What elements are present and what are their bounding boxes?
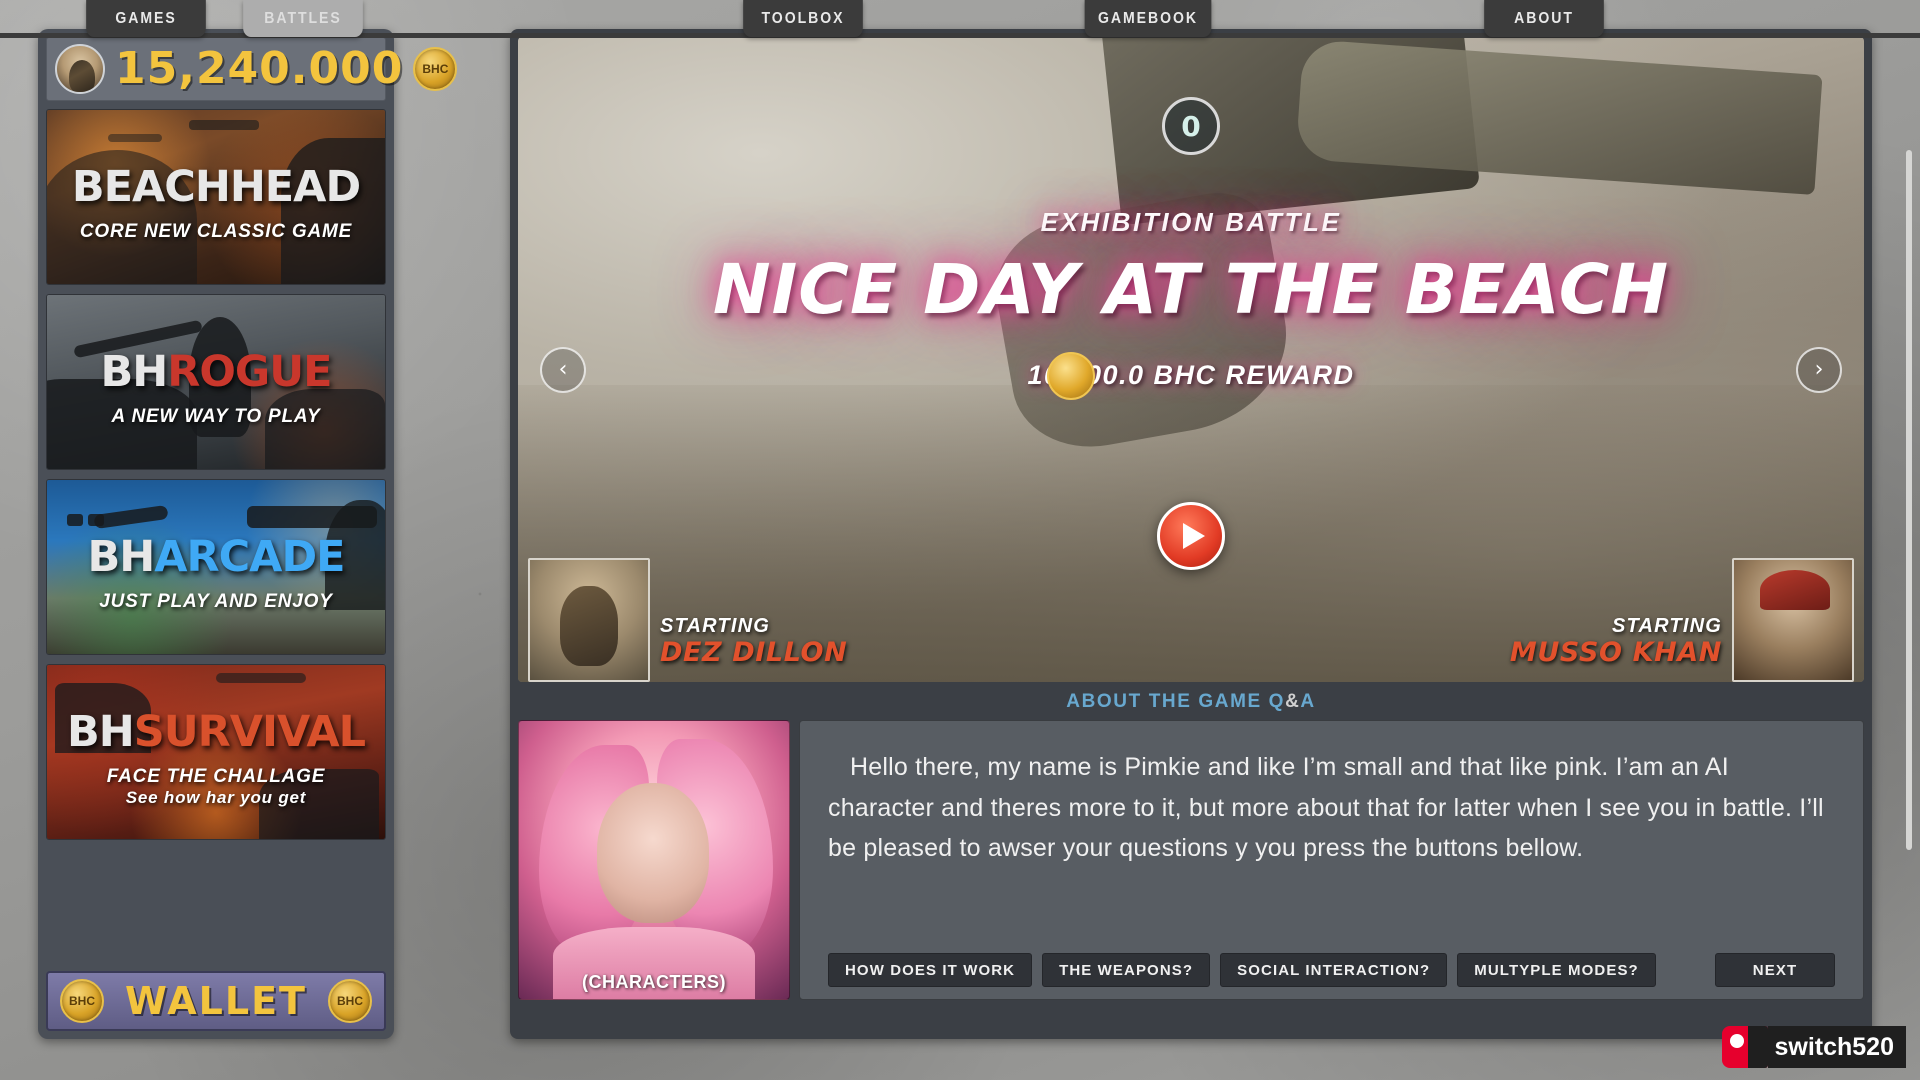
card-subtitle-bh-survival: FACE THE CHALLAGE See how har you get bbox=[107, 766, 325, 807]
qa-header-a: A bbox=[1300, 691, 1316, 712]
card-subtitle-beach-head: CORE NEW CLASSIC GAME bbox=[79, 220, 353, 242]
watermark-text: switch520 bbox=[1768, 1026, 1906, 1068]
fighter-right-starting-label: STARTING bbox=[1612, 615, 1722, 638]
game-card-bh-arcade[interactable]: BHARCADE JUST PLAY AND ENJOY bbox=[46, 479, 386, 655]
card-title-bh-arcade: BHARCADE bbox=[87, 531, 345, 582]
qa-button-how-does-it-work[interactable]: HOW DOES IT WORK bbox=[828, 953, 1033, 987]
tab-battles[interactable]: BATTLES bbox=[243, 0, 363, 37]
game-card-bh-survival[interactable]: BHSURVIVAL FACE THE CHALLAGE See how har… bbox=[46, 664, 386, 840]
carousel-prev-button[interactable]: ‹ bbox=[540, 346, 586, 393]
character-face bbox=[597, 783, 709, 923]
chevron-right-icon: › bbox=[1814, 357, 1824, 383]
character-card[interactable]: (CHARACTERS) bbox=[518, 720, 790, 1000]
chevron-left-icon: ‹ bbox=[558, 357, 568, 383]
wallet-balance-bar[interactable]: 15,240.000 BHC bbox=[46, 37, 458, 101]
page-scrollbar[interactable] bbox=[1906, 150, 1912, 850]
tab-games-label: GAMES bbox=[115, 9, 177, 27]
tab-about-label: ABOUT bbox=[1514, 9, 1574, 27]
game-card-list: BEACHHEAD CORE NEW CLASSIC GAME BHROGUE … bbox=[46, 109, 386, 840]
card-text-bh-survival: BHSURVIVAL FACE THE CHALLAGE See how har… bbox=[47, 665, 385, 839]
hero-kicker: EXHIBITION BATTLE bbox=[1040, 207, 1342, 237]
dialog-pane: Hello there, my name is Pimkie and like … bbox=[799, 720, 1864, 1000]
qa-button-the-weapons[interactable]: THE WEAPONS? bbox=[1042, 953, 1211, 987]
tab-games[interactable]: GAMES bbox=[86, 0, 206, 37]
qa-button-social-interaction[interactable]: SOCIAL INTERACTION? bbox=[1220, 953, 1448, 987]
fighter-right[interactable]: STARTING MUSSO KHAN bbox=[1510, 558, 1854, 682]
play-triangle-icon bbox=[1183, 523, 1205, 549]
game-card-bh-rogue[interactable]: BHROGUE A NEW WAY TO PLAY bbox=[46, 294, 386, 470]
qa-button-next[interactable]: NEXT bbox=[1715, 953, 1835, 987]
card-title-beach-head: BEACHHEAD bbox=[71, 161, 361, 212]
card-subtitle-line2: See how har you get bbox=[125, 787, 307, 807]
top-tab-bar: GAMES BATTLES TOOLBOX GAMEBOOK ABOUT bbox=[0, 0, 1920, 37]
tab-toolbox[interactable]: TOOLBOX bbox=[743, 0, 863, 37]
switch-joycon-icon bbox=[1722, 1026, 1769, 1068]
hero-center-content: 0 EXHIBITION BATTLE NICE DAY AT THE BEAC… bbox=[518, 97, 1864, 400]
card-text-bh-arcade: BHARCADE JUST PLAY AND ENJOY bbox=[47, 480, 385, 654]
round-badge: 0 bbox=[1162, 97, 1220, 155]
qa-button-multyple-modes[interactable]: MULTYPLE MODES? bbox=[1457, 953, 1656, 987]
fighter-left-name: DEZ DILLON bbox=[660, 637, 848, 669]
hero-title: NICE DAY AT THE BEACH bbox=[712, 250, 1670, 330]
main-panel: 0 EXHIBITION BATTLE NICE DAY AT THE BEAC… bbox=[510, 29, 1872, 1039]
game-card-beach-head[interactable]: BEACHHEAD CORE NEW CLASSIC GAME bbox=[46, 109, 386, 285]
wallet-coin-right-label: BHC bbox=[337, 994, 363, 1008]
fighter-left-starting-label: STARTING bbox=[660, 615, 770, 638]
fighter-right-names: STARTING MUSSO KHAN bbox=[1510, 615, 1722, 682]
sidebar-panel: 15,240.000 BHC BEACHHEAD CORE NEW CLASSI… bbox=[38, 29, 458, 1039]
card-subtitle-line1: FACE THE CHALLAGE bbox=[106, 765, 326, 787]
dialog-text: Hello there, my name is Pimkie and like … bbox=[828, 753, 1824, 862]
hero-reward-row: 10,000.0 BHC REWARD bbox=[1027, 351, 1354, 400]
wallet-balance-value: 15,240.000 bbox=[115, 43, 404, 94]
tab-battles-label: BATTLES bbox=[264, 9, 342, 27]
fighter-left[interactable]: STARTING DEZ DILLON bbox=[528, 558, 847, 682]
wallet-coin-icon-left: BHC bbox=[60, 979, 104, 1023]
qa-header-main: ABOUT THE GAME bbox=[1066, 691, 1269, 712]
reward-coin-icon bbox=[1046, 351, 1095, 400]
watermark: switch520 bbox=[1722, 1026, 1906, 1068]
fighter-right-portrait[interactable] bbox=[1732, 558, 1854, 682]
tab-toolbox-label: TOOLBOX bbox=[761, 9, 845, 27]
tab-gamebook-label: GAMEBOOK bbox=[1098, 9, 1198, 27]
fighter-left-portrait[interactable] bbox=[528, 558, 650, 682]
wallet-coin-icon-right: BHC bbox=[328, 979, 372, 1023]
tab-about[interactable]: ABOUT bbox=[1484, 0, 1604, 37]
character-card-caption: (CHARACTERS) bbox=[582, 972, 726, 992]
hero-banner[interactable]: 0 EXHIBITION BATTLE NICE DAY AT THE BEAC… bbox=[518, 37, 1864, 682]
card-subtitle-bh-rogue: A NEW WAY TO PLAY bbox=[111, 405, 321, 427]
fighter-left-names: STARTING DEZ DILLON bbox=[660, 615, 847, 682]
avatar[interactable] bbox=[55, 44, 105, 94]
qa-section-header: ABOUT THE GAME Q&A bbox=[518, 682, 1864, 720]
qa-header-q: Q bbox=[1268, 691, 1286, 712]
card-text-beach-head: BEACHHEAD CORE NEW CLASSIC GAME bbox=[47, 110, 385, 284]
carousel-next-button[interactable]: › bbox=[1796, 346, 1842, 393]
card-title-bh-survival: BHSURVIVAL bbox=[66, 706, 366, 757]
wallet-button[interactable]: BHC WALLET BHC bbox=[46, 971, 386, 1031]
tab-gamebook[interactable]: GAMEBOOK bbox=[1084, 0, 1212, 37]
card-subtitle-bh-arcade: JUST PLAY AND ENJOY bbox=[99, 590, 333, 612]
play-button[interactable] bbox=[1157, 502, 1225, 570]
qa-button-row: HOW DOES IT WORK THE WEAPONS? SOCIAL INT… bbox=[828, 953, 1835, 987]
wallet-button-label: WALLET bbox=[125, 979, 307, 1023]
card-text-bh-rogue: BHROGUE A NEW WAY TO PLAY bbox=[47, 295, 385, 469]
fighter-right-name: MUSSO KHAN bbox=[1509, 637, 1722, 669]
card-title-bh-rogue: BHROGUE bbox=[100, 346, 332, 397]
round-badge-value: 0 bbox=[1181, 109, 1201, 143]
qa-header-amp: & bbox=[1285, 691, 1301, 712]
qa-body: (CHARACTERS) Hello there, my name is Pim… bbox=[518, 720, 1864, 1000]
wallet-coin-left-label: BHC bbox=[69, 994, 95, 1008]
bhc-coin-label: BHC bbox=[422, 62, 449, 76]
